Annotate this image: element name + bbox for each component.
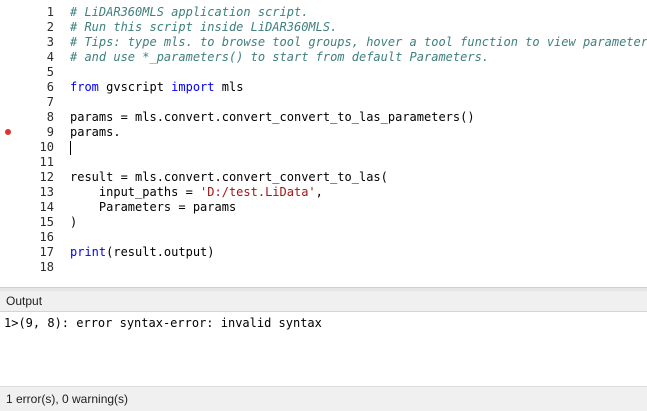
code-line-text: # Run this script inside LiDAR360MLS. — [70, 20, 337, 35]
code-line[interactable]: Parameters = params — [60, 200, 647, 215]
code-token-plain: result = mls.convert.convert_convert_to_… — [70, 170, 388, 184]
code-token-plain: mls — [214, 80, 244, 94]
line-number: 8 — [46, 110, 54, 124]
code-token-comment: # Tips: type mls. to browse tool groups,… — [70, 35, 647, 49]
line-number: 15 — [39, 215, 54, 229]
text-caret — [70, 141, 71, 155]
line-number: 2 — [46, 20, 54, 34]
line-number: 9 — [46, 125, 54, 139]
code-line[interactable]: params. — [60, 125, 647, 140]
code-token-plain: gvscript — [98, 80, 172, 94]
status-bar: 1 error(s), 0 warning(s) — [0, 386, 647, 411]
code-token-comment: # Run this script inside LiDAR360MLS. — [70, 20, 338, 34]
output-panel-header: Output — [0, 291, 647, 312]
code-line[interactable] — [60, 140, 647, 155]
code-line[interactable]: # Tips: type mls. to browse tool groups,… — [60, 35, 647, 50]
code-line[interactable] — [60, 260, 647, 275]
code-token-string: 'D:/test.LiData' — [200, 185, 316, 199]
line-number-gutter: 1 2 3 4 5 6 7 8 9 10 11 12 13 14 15 16 17 18 — [16, 0, 60, 287]
code-line[interactable]: # and use *_parameters() to start from d… — [60, 50, 647, 65]
code-line-text: from gvscript import mls — [70, 80, 243, 95]
code-line-text: input_paths = 'D:/test.LiData', — [70, 185, 323, 200]
line-number: 4 — [46, 50, 54, 64]
script-editor-window: 1 2 3 4 5 6 7 8 9 10 11 12 13 14 15 16 17 18 # LiDAR360ML… — [0, 0, 647, 411]
code-line[interactable] — [60, 95, 647, 110]
line-number: 16 — [39, 230, 54, 244]
code-token-plain: , — [315, 185, 323, 199]
code-token-plain: Parameters = params — [70, 200, 237, 214]
code-line-text: ) — [70, 215, 77, 230]
code-line-text: # Tips: type mls. to browse tool groups,… — [70, 35, 647, 50]
line-number: 13 — [39, 185, 54, 199]
code-token-plain: (result.output) — [106, 245, 215, 259]
line-number: 14 — [39, 200, 54, 214]
line-number: 3 — [46, 35, 54, 49]
code-token-comment: # LiDAR360MLS application script. — [70, 5, 309, 19]
code-line[interactable] — [60, 65, 647, 80]
code-line-text: params. — [70, 125, 121, 140]
line-number: 12 — [39, 170, 54, 184]
code-token-plain: ) — [70, 215, 78, 229]
code-line[interactable]: params = mls.convert.convert_convert_to_… — [60, 110, 647, 125]
code-line[interactable]: result = mls.convert.convert_convert_to_… — [60, 170, 647, 185]
code-line[interactable]: from gvscript import mls — [60, 80, 647, 95]
code-line[interactable]: print(result.output) — [60, 245, 647, 260]
output-panel-title: Output — [6, 294, 43, 308]
output-message[interactable]: 1>(9, 8): error syntax-error: invalid sy… — [4, 316, 322, 331]
code-token-keyword: import — [171, 80, 215, 94]
code-line-text: result = mls.convert.convert_convert_to_… — [70, 170, 388, 185]
code-line[interactable] — [60, 155, 647, 170]
code-text-area[interactable]: # LiDAR360MLS application script. # Run t… — [60, 0, 647, 287]
line-number: 5 — [46, 65, 54, 79]
error-summary: 1 error(s), 0 warning(s) — [6, 392, 129, 406]
code-line[interactable]: input_paths = 'D:/test.LiData', — [60, 185, 647, 200]
code-line-text: # and use *_parameters() to start from d… — [70, 50, 489, 65]
code-line[interactable]: ) — [60, 215, 647, 230]
code-token-plain: input_paths = — [70, 185, 201, 199]
code-line-text: Parameters = params — [70, 200, 236, 215]
code-token-keyword: print — [70, 245, 107, 259]
line-number: 18 — [39, 260, 54, 274]
line-number: 10 — [39, 140, 54, 154]
line-number: 7 — [46, 95, 54, 109]
code-token-plain: params. — [70, 125, 121, 139]
code-line[interactable]: # LiDAR360MLS application script. — [60, 5, 647, 20]
code-token-keyword: from — [70, 80, 99, 94]
output-panel: Output 1>(9, 8): error syntax-error: inv… — [0, 291, 647, 411]
output-log[interactable]: 1>(9, 8): error syntax-error: invalid sy… — [0, 312, 647, 387]
code-token-plain: params = mls.convert.convert_convert_to_… — [70, 110, 475, 124]
code-editor[interactable]: 1 2 3 4 5 6 7 8 9 10 11 12 13 14 15 16 17 18 # LiDAR360ML… — [0, 0, 647, 287]
code-token-comment: # and use *_parameters() to start from d… — [70, 50, 490, 64]
code-line[interactable] — [60, 230, 647, 245]
line-number: 17 — [39, 245, 54, 259]
code-line-text: # LiDAR360MLS application script. — [70, 5, 308, 20]
code-line-text: params = mls.convert.convert_convert_to_… — [70, 110, 475, 125]
line-number: 6 — [46, 80, 54, 94]
line-number: 1 — [46, 5, 54, 19]
code-line-text: print(result.output) — [70, 245, 215, 260]
line-number: 11 — [39, 155, 54, 169]
error-marker-icon[interactable] — [5, 129, 11, 135]
code-line[interactable]: # Run this script inside LiDAR360MLS. — [60, 20, 647, 35]
